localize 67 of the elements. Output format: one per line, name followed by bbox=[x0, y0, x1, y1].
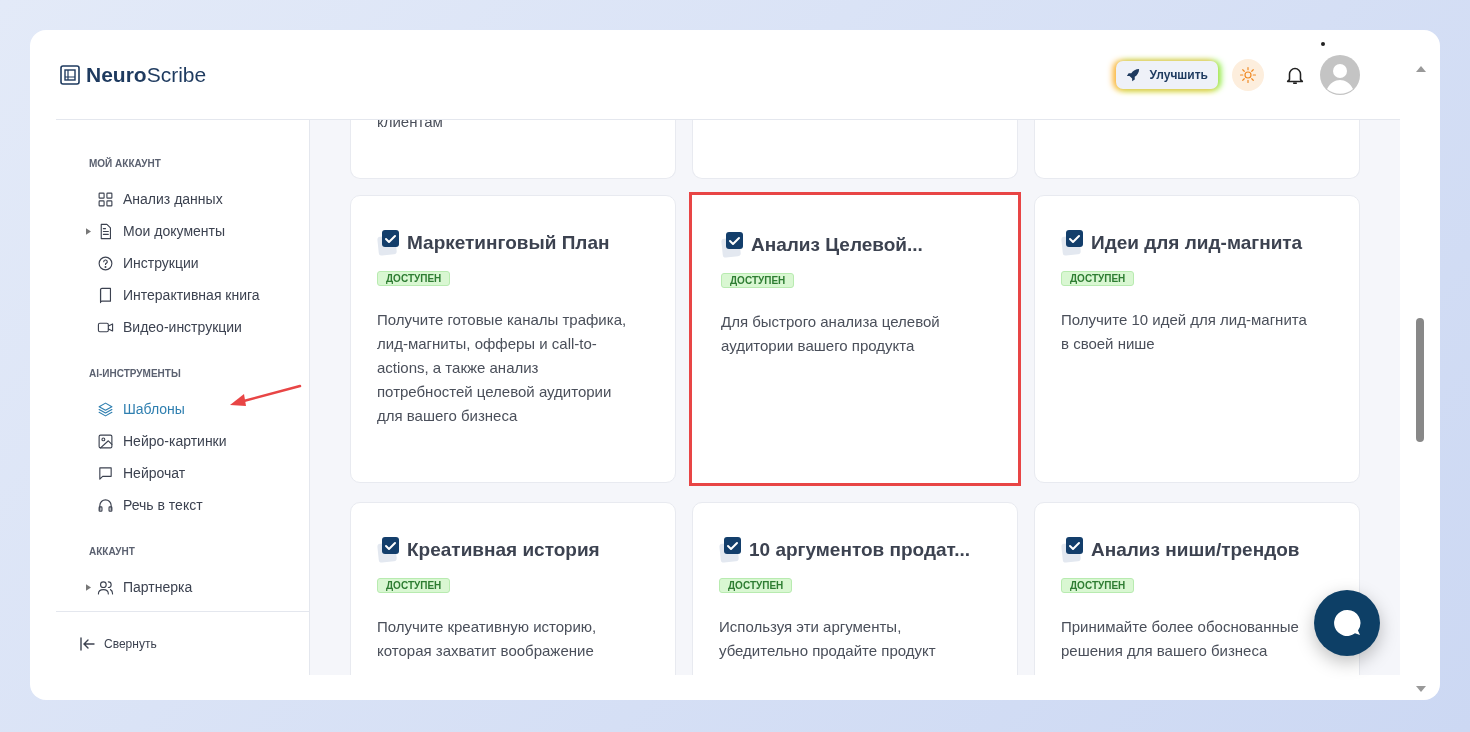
template-card[interactable]: Анализ Целевой... ДОСТУПЕН Для быстрого анализа целевой аудитории вашего продукта bbox=[689, 192, 1021, 486]
status-dot bbox=[1321, 41, 1325, 46]
card-description: Принимайте более обоснованные решения для вашего бизнеса bbox=[1061, 617, 1300, 661]
status-badge: ДОСТУПЕН bbox=[1061, 578, 1135, 593]
checkbox-icon bbox=[1061, 229, 1085, 257]
card-description: Получите креативную историю, которая захватит воображение bbox=[377, 617, 598, 661]
card-description: Используя эти аргументы, убедительно продайте продукт bbox=[719, 617, 937, 661]
users-icon bbox=[97, 578, 114, 596]
chat-icon bbox=[97, 464, 114, 482]
logo-text[interactable]: NeuroScribe bbox=[86, 62, 207, 87]
theme-toggle-button[interactable] bbox=[1232, 58, 1264, 91]
card-title: Маркетинговый План bbox=[407, 232, 610, 254]
template-card[interactable]: Анализ ниши/трендов ДОСТУПЕН Принимайте более обоснованные решения для вашего бизнеса bbox=[1034, 502, 1360, 675]
sidebar-item[interactable]: Нейрочат bbox=[89, 457, 186, 489]
scrollbar-thumb[interactable] bbox=[1416, 318, 1424, 442]
checkbox-icon bbox=[377, 229, 401, 257]
card-title: 10 аргументов продат... bbox=[749, 539, 971, 561]
sidebar-item[interactable]: Нейро-картинки bbox=[89, 425, 227, 457]
checkbox-icon bbox=[721, 231, 745, 259]
card-description: Получите 10 идей для лид-магнита в своей нише bbox=[1061, 310, 1308, 354]
scroll-up-icon[interactable] bbox=[1416, 66, 1426, 72]
section-heading: АККАУНТ bbox=[89, 546, 136, 557]
image-icon bbox=[97, 432, 114, 450]
template-card[interactable]: Идеи для лид-магнита ДОСТУПЕН Получите 10 идей для лид-магнита в своей нише bbox=[1034, 195, 1360, 483]
card-description: Для быстрого анализа целевой аудитории вашего продукта bbox=[721, 312, 941, 356]
upgrade-button[interactable]: Улучшить bbox=[1115, 60, 1218, 89]
book-icon bbox=[97, 286, 114, 304]
sidebar-item[interactable]: Инструкции bbox=[89, 247, 199, 279]
collapse-button[interactable]: Свернуть bbox=[80, 636, 157, 651]
sidebar-item[interactable]: Партнерка bbox=[89, 571, 193, 603]
checkbox-icon bbox=[719, 536, 743, 564]
template-card[interactable]: Маркетинговый План ДОСТУПЕН Получите готовые каналы трафика, лид-магниты, офферы и call-to-actions, а также анализ потребностей целевой аудитории для вашего бизнеса bbox=[350, 195, 676, 483]
avatar[interactable] bbox=[1320, 54, 1360, 95]
sidebar-item[interactable]: Анализ данных bbox=[89, 183, 223, 215]
sidebar-item[interactable]: Видео-инструкции bbox=[89, 311, 242, 343]
card-title: Анализ ниши/трендов bbox=[1091, 539, 1300, 561]
card-title: Креативная история bbox=[407, 539, 600, 561]
status-badge: ДОСТУПЕН bbox=[377, 578, 451, 593]
sidebar-item[interactable]: Мои документы bbox=[89, 215, 225, 247]
grid-icon bbox=[97, 190, 114, 208]
logo-icon bbox=[60, 64, 80, 85]
card-title: Идеи для лид-магнита bbox=[1091, 232, 1303, 254]
sidebar-item[interactable]: Интерактивная книга bbox=[89, 279, 260, 311]
card-description: Получите готовые каналы трафика, лид-магниты, офферы и call-to-actions, а также анализ потребностей целевой аудитории для вашего бизнеса bbox=[377, 310, 628, 426]
layers-icon bbox=[97, 400, 114, 418]
status-badge: ДОСТУПЕН bbox=[719, 578, 793, 593]
headphones-icon bbox=[97, 496, 114, 514]
sidebar-item[interactable]: Речь в текст bbox=[89, 489, 203, 521]
rocket-icon bbox=[1125, 67, 1140, 82]
checkbox-icon bbox=[1061, 536, 1085, 564]
speech-bubble-icon bbox=[1331, 607, 1363, 639]
checkbox-icon bbox=[377, 536, 401, 564]
template-card[interactable]: Креативная история ДОСТУПЕН Получите креативную историю, которая захватит воображение bbox=[350, 502, 676, 675]
caret-icon[interactable] bbox=[86, 227, 91, 235]
collapse-icon bbox=[80, 636, 96, 651]
caret-icon[interactable] bbox=[86, 583, 91, 591]
scroll-down-icon[interactable] bbox=[1416, 686, 1426, 692]
status-badge: ДОСТУПЕН bbox=[377, 271, 451, 286]
template-card[interactable]: 10 аргументов продат... ДОСТУПЕН Используя эти аргументы, убедительно продайте продукт bbox=[692, 502, 1018, 675]
sun-icon bbox=[1239, 65, 1257, 84]
card-title: Анализ Целевой... bbox=[751, 234, 923, 256]
help-icon bbox=[97, 254, 114, 272]
section-heading: AI-ИНСТРУМЕНТЫ bbox=[89, 368, 182, 379]
status-badge: ДОСТУПЕН bbox=[1061, 271, 1135, 286]
sidebar-item[interactable]: Шаблоны bbox=[89, 393, 185, 425]
section-heading: МОЙ АККАУНТ bbox=[89, 158, 162, 169]
status-badge: ДОСТУПЕН bbox=[721, 273, 795, 288]
